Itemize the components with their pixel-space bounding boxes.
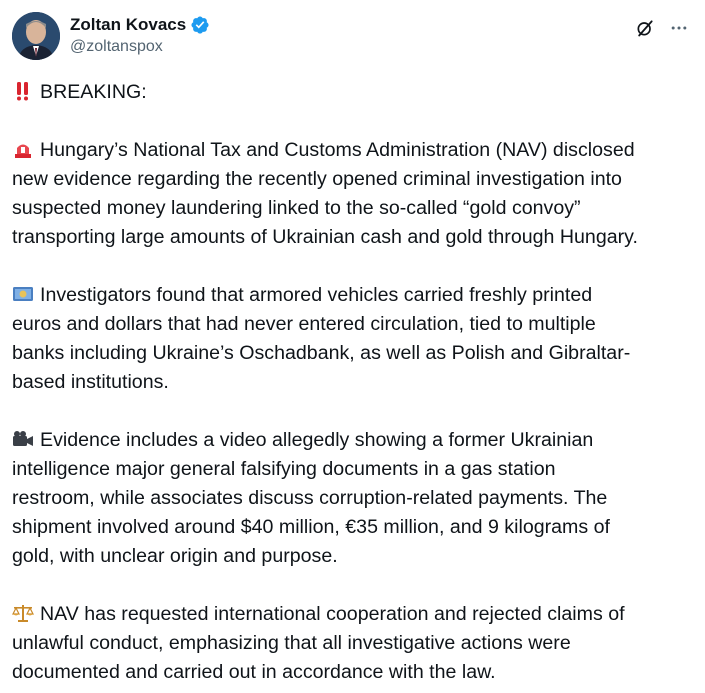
tweet-header: Zoltan Kovacs @zoltanspox bbox=[12, 12, 693, 62]
more-button[interactable] bbox=[665, 14, 693, 42]
rotating-light-icon bbox=[12, 139, 34, 159]
grok-icon bbox=[637, 20, 653, 37]
double-exclamation-icon bbox=[12, 81, 34, 101]
text-line: gold, with unclear origin and purpose. bbox=[12, 545, 338, 567]
paragraph-4: NAV has requested international cooperat… bbox=[12, 600, 696, 687]
text-line: based institutions. bbox=[12, 371, 169, 393]
paragraph-3: Evidence includes a video allegedly show… bbox=[12, 426, 696, 571]
avatar[interactable] bbox=[12, 12, 60, 60]
euro-banknote-icon bbox=[12, 284, 34, 304]
text-line: euros and dollars that had never entered… bbox=[12, 313, 596, 335]
video-camera-icon bbox=[12, 429, 34, 449]
text-line: transporting large amounts of Ukrainian … bbox=[12, 226, 638, 248]
display-name[interactable]: Zoltan Kovacs bbox=[70, 15, 186, 35]
text-line: intelligence major general falsifying do… bbox=[12, 458, 556, 480]
post-heading: BREAKING: bbox=[40, 81, 147, 103]
text-line: Evidence includes a video allegedly show… bbox=[40, 429, 594, 451]
text-line: unlawful conduct, emphasizing that all i… bbox=[12, 632, 571, 654]
verified-badge-icon bbox=[190, 15, 210, 35]
text-line: Hungary’s National Tax and Customs Admin… bbox=[40, 139, 635, 161]
paragraph-2: Investigators found that armored vehicle… bbox=[12, 281, 696, 397]
text-line: shipment involved around $40 million, €3… bbox=[12, 516, 610, 538]
tweet-text: BREAKING: Hungary’s National Tax and Cus… bbox=[12, 78, 696, 687]
heading-line: BREAKING: bbox=[12, 78, 696, 107]
avatar-photo bbox=[12, 12, 60, 60]
author-handle[interactable]: @zoltanspox bbox=[70, 38, 210, 56]
author-info: Zoltan Kovacs @zoltanspox bbox=[70, 14, 210, 56]
text-line: suspected money laundering linked to the… bbox=[12, 197, 581, 219]
text-line: new evidence regarding the recently open… bbox=[12, 168, 622, 190]
header-actions bbox=[625, 14, 693, 42]
text-line: documented and carried out in accordance… bbox=[12, 661, 496, 683]
text-line: banks including Ukraine’s Oschadbank, as… bbox=[12, 342, 631, 364]
text-line: NAV has requested international cooperat… bbox=[40, 603, 625, 625]
more-icon bbox=[671, 26, 687, 30]
balance-scale-icon bbox=[12, 603, 34, 623]
grok-button[interactable] bbox=[631, 14, 659, 42]
text-line: Investigators found that armored vehicle… bbox=[40, 284, 593, 306]
tweet: Zoltan Kovacs @zoltanspox BREAKING: Hung… bbox=[0, 0, 705, 693]
paragraph-1: Hungary’s National Tax and Customs Admin… bbox=[12, 136, 696, 252]
text-line: restroom, while associates discuss corru… bbox=[12, 487, 608, 509]
